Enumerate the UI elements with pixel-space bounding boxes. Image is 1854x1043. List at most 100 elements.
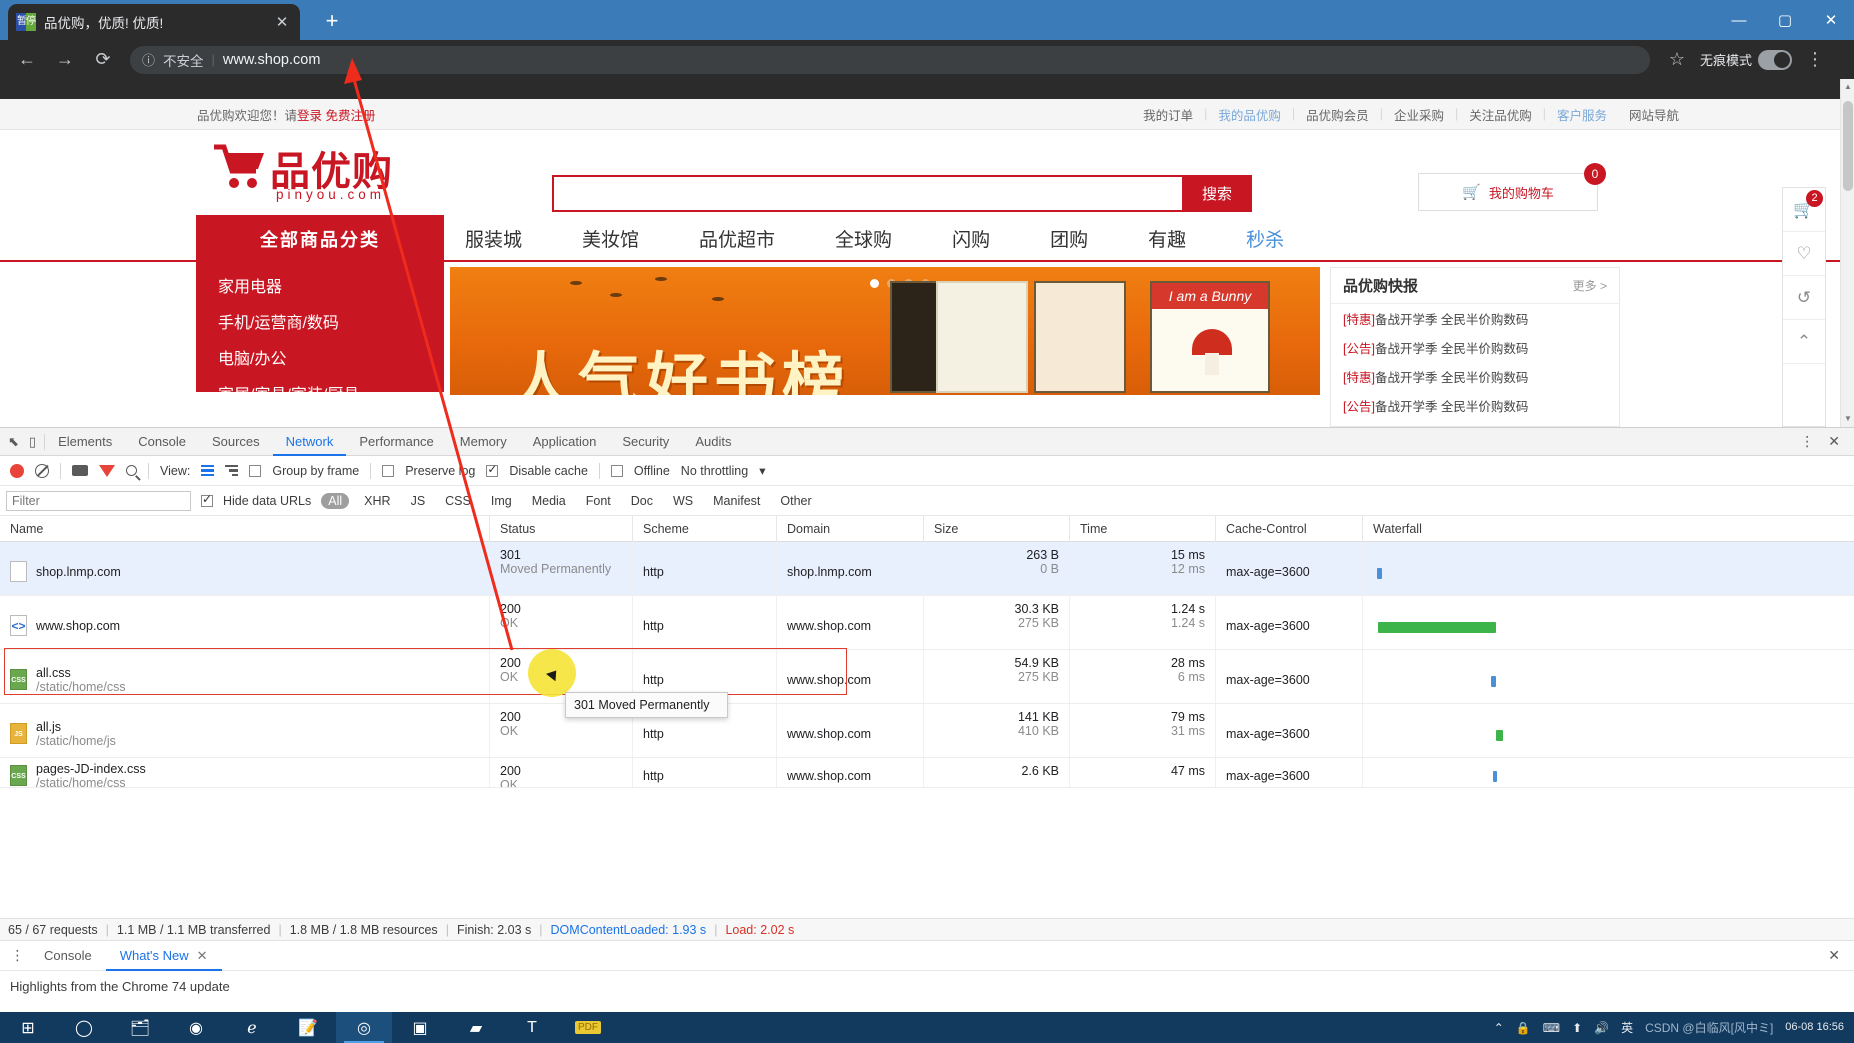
preserve-log-checkbox[interactable] <box>382 464 395 477</box>
news-row[interactable]: [公告]备战开学季 全民半价购数码 <box>1331 391 1619 420</box>
column-header-cache-control[interactable]: Cache-Control <box>1216 515 1363 542</box>
nav-item-miaosha[interactable]: 秒杀 <box>1246 225 1284 252</box>
tray-ime-indicator[interactable]: 英 <box>1621 1019 1633 1036</box>
tray-clock[interactable]: 06-08 16:56 <box>1785 1022 1844 1033</box>
filter-type-css[interactable]: CSS <box>440 494 476 508</box>
tab-network[interactable]: Network <box>273 428 347 456</box>
search-input[interactable] <box>552 175 1182 212</box>
back-button[interactable]: ← <box>10 45 44 75</box>
news-row[interactable]: [特惠]备战开学季 全民半价购数码 <box>1331 420 1619 427</box>
filter-type-ws[interactable]: WS <box>668 494 698 508</box>
group-by-frame-checkbox[interactable] <box>249 464 262 477</box>
window-maximize-button[interactable]: ▢ <box>1762 0 1808 40</box>
column-header-waterfall[interactable]: Waterfall <box>1363 516 1842 542</box>
site-logo[interactable]: 品优购 pinyou.com <box>212 141 422 209</box>
rail-cart-icon[interactable]: 🛒 2 <box>1783 188 1825 232</box>
topbar-link-member[interactable]: 品优购会员 <box>1295 105 1380 124</box>
tab-console[interactable]: Console <box>125 428 199 456</box>
cart-button[interactable]: 🛒 我的购物车 0 <box>1418 163 1606 211</box>
topbar-link-service[interactable]: 客户服务 <box>1546 105 1618 124</box>
rail-favorites-icon[interactable]: ♡ <box>1783 232 1825 276</box>
news-row[interactable]: [公告]备战开学季 全民半价购数码 <box>1331 333 1619 362</box>
page-scrollbar[interactable]: ▲ ▼ <box>1840 79 1854 427</box>
offline-checkbox[interactable] <box>610 464 623 477</box>
sidebar-item-clothing[interactable]: 男装/女装/童装/内衣 <box>196 414 444 427</box>
column-header-domain[interactable]: Domain <box>777 515 924 542</box>
tray-keyboard-icon[interactable]: ⌨ <box>1543 1021 1560 1035</box>
filter-type-other[interactable]: Other <box>775 494 816 508</box>
column-header-name[interactable]: Name <box>0 515 490 542</box>
news-row[interactable]: [特惠]备战开学季 全民半价购数码 <box>1331 304 1619 333</box>
filter-type-media[interactable]: Media <box>527 494 571 508</box>
filter-input[interactable] <box>6 490 191 511</box>
devtools-close-icon[interactable]: ✕ <box>1828 433 1840 450</box>
tab-audits[interactable]: Audits <box>682 428 744 456</box>
nav-item-chaoshi[interactable]: 品优超市 <box>699 225 775 252</box>
nav-item-shangou[interactable]: 闪购 <box>952 225 990 252</box>
drawer-menu-icon[interactable]: ⋮ <box>6 947 30 964</box>
column-header-status[interactable]: Status <box>490 515 633 542</box>
tab-elements[interactable]: Elements <box>45 428 125 456</box>
address-bar[interactable]: ⓘ 不安全 | www.shop.com <box>130 45 1650 74</box>
incognito-avatar-icon[interactable] <box>1758 49 1793 70</box>
filter-type-font[interactable]: Font <box>581 494 616 508</box>
device-toolbar-icon[interactable]: ▯ <box>29 434 36 450</box>
new-tab-button[interactable]: + <box>318 8 346 36</box>
tab-memory[interactable]: Memory <box>447 428 520 456</box>
drawer-tab-console[interactable]: Console <box>30 941 106 971</box>
drawer-tab-close-icon[interactable]: ✕ <box>197 948 208 963</box>
taskbar-chrome[interactable]: ◎ <box>336 1012 392 1043</box>
taskbar-file-explorer[interactable]: 🗂 <box>112 1012 168 1043</box>
register-link[interactable]: 免费注册 <box>326 109 376 123</box>
tab-security[interactable]: Security <box>609 428 682 456</box>
record-button-icon[interactable] <box>10 463 24 478</box>
disable-cache-checkbox[interactable] <box>486 462 499 477</box>
drawer-close-icon[interactable]: ✕ <box>1828 947 1854 964</box>
table-row[interactable]: CSS pages-JD-index.css /static/home/css … <box>0 758 1854 788</box>
topbar-link-enterprise[interactable]: 企业采购 <box>1383 105 1455 124</box>
filter-type-xhr[interactable]: XHR <box>359 494 395 508</box>
table-row[interactable]: shop.lnmp.com 301 Moved Permanently http… <box>0 542 1854 596</box>
tab-close-icon[interactable]: ✕ <box>272 13 292 31</box>
news-row[interactable]: [特惠]备战开学季 全民半价购数码 <box>1331 362 1619 391</box>
browser-menu-icon[interactable]: ⋮ <box>1798 45 1832 75</box>
page-scrollbar-thumb[interactable] <box>1843 101 1853 191</box>
filter-type-js[interactable]: JS <box>406 494 431 508</box>
list-view-icon[interactable] <box>201 464 215 477</box>
taskbar-notepad[interactable]: 📝 <box>280 1012 336 1043</box>
column-header-time[interactable]: Time <box>1070 515 1216 542</box>
table-row[interactable]: <> www.shop.com 200 OK http www.shop.com… <box>0 596 1854 650</box>
nav-item-fuzhuangcheng[interactable]: 服装城 <box>465 225 522 252</box>
search-button[interactable]: 搜索 <box>1182 175 1252 212</box>
filter-funnel-icon[interactable] <box>99 464 115 477</box>
clear-button-icon[interactable] <box>35 463 49 478</box>
topbar-link-my-orders[interactable]: 我的订单 <box>1132 105 1204 124</box>
column-header-size[interactable]: Size <box>924 515 1070 542</box>
tab-performance[interactable]: Performance <box>346 428 446 456</box>
capture-screenshots-icon[interactable] <box>72 465 88 476</box>
hero-banner[interactable]: 人气好书榜 I am a Bunny <box>450 267 1320 395</box>
login-link[interactable]: 登录 <box>297 109 322 123</box>
tray-volume-icon[interactable]: 🔊 <box>1594 1021 1609 1035</box>
news-more-link[interactable]: 更多 > <box>1573 277 1607 294</box>
topbar-link-my-pinyougou[interactable]: 我的品优购 <box>1207 105 1292 124</box>
reload-button[interactable]: ⟳ <box>86 45 120 75</box>
filter-type-all[interactable]: All <box>321 492 350 509</box>
taskbar-terminal[interactable]: ▰ <box>448 1012 504 1043</box>
tree-view-icon[interactable] <box>225 464 239 477</box>
topbar-link-sitemap[interactable]: 网站导航 <box>1618 105 1690 124</box>
tray-chevron-icon[interactable]: ⌃ <box>1494 1021 1504 1035</box>
window-close-button[interactable]: ✕ <box>1808 0 1854 40</box>
taskbar-devtools-app[interactable]: ▣ <box>392 1012 448 1043</box>
nav-item-tuangou[interactable]: 团购 <box>1050 225 1088 252</box>
sidebar-item-phones[interactable]: 手机/运营商/数码 <box>196 306 444 342</box>
taskbar-editor[interactable]: T <box>504 1012 560 1043</box>
sidebar-item-home[interactable]: 家居/家具/家装/厨具 <box>196 378 444 414</box>
window-minimize-button[interactable]: — <box>1716 0 1762 40</box>
tab-sources[interactable]: Sources <box>199 428 273 456</box>
browser-tab[interactable]: 暂停 品优购，优质! 优质! ✕ <box>8 4 300 40</box>
sidebar-item-appliances[interactable]: 家用电器 <box>196 270 444 306</box>
rail-back-to-top-icon[interactable]: ⌃ <box>1783 320 1825 364</box>
all-categories-button[interactable]: 全部商品分类 <box>196 215 444 262</box>
filter-type-doc[interactable]: Doc <box>626 494 658 508</box>
